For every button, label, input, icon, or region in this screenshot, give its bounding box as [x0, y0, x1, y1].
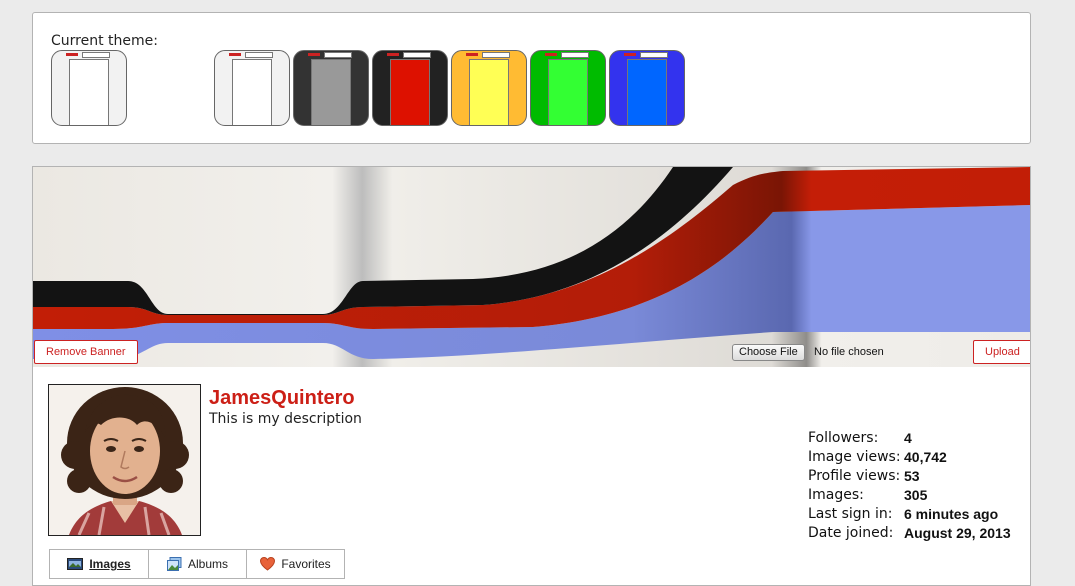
theme-body-mark — [69, 59, 109, 125]
theme-logo-mark — [624, 53, 636, 56]
theme-search-mark — [245, 52, 273, 58]
profile-panel: Remove Banner Choose File No file chosen… — [32, 166, 1031, 586]
theme-body-mark — [232, 59, 272, 125]
stat-value: 53 — [904, 468, 920, 484]
theme-body-mark — [390, 59, 430, 125]
upload-button[interactable]: Upload — [973, 340, 1030, 364]
stat-value: 305 — [904, 487, 928, 503]
tab-label: Albums — [187, 557, 228, 571]
profile-banner: Remove Banner Choose File No file chosen… — [33, 167, 1030, 367]
theme-logo-mark — [308, 53, 320, 56]
theme-option-red[interactable] — [372, 50, 448, 126]
avatar — [48, 384, 201, 536]
profile-tabs: Images Albums Favorites — [49, 549, 345, 579]
current-theme-preview — [51, 50, 127, 126]
tab-albums[interactable]: Albums — [149, 549, 247, 579]
theme-label: Current theme: — [51, 33, 158, 49]
theme-body-mark — [627, 59, 667, 125]
stat-label: Profile views: — [808, 468, 901, 484]
theme-body-mark — [548, 59, 588, 125]
stat-value: August 29, 2013 — [904, 525, 1011, 541]
tab-images[interactable]: Images — [49, 549, 149, 579]
theme-search-mark — [561, 52, 589, 58]
stat-label: Images: — [808, 487, 864, 503]
avatar-portrait — [49, 385, 200, 535]
stat-value: 6 minutes ago — [904, 506, 999, 522]
theme-search-mark — [640, 52, 668, 58]
stat-label: Image views: — [808, 449, 901, 465]
theme-search-mark — [324, 52, 352, 58]
theme-search-mark — [82, 52, 110, 58]
theme-search-mark — [403, 52, 431, 58]
stat-label: Followers: — [808, 430, 879, 446]
theme-panel: Current theme: — [32, 12, 1031, 144]
theme-logo-mark — [466, 53, 478, 56]
choose-file-button[interactable]: Choose File — [732, 344, 805, 361]
theme-option-green[interactable] — [530, 50, 606, 126]
theme-search-mark — [482, 52, 510, 58]
tab-favorites[interactable]: Favorites — [247, 549, 345, 579]
theme-body-mark — [311, 59, 351, 125]
file-status-text: No file chosen — [814, 346, 884, 358]
theme-logo-mark — [229, 53, 241, 56]
tab-label: Favorites — [281, 557, 331, 571]
stat-value: 40,742 — [904, 449, 947, 465]
profile-username: JamesQuintero — [209, 387, 355, 409]
profile-description: This is my description — [209, 411, 362, 427]
images-icon — [67, 558, 84, 570]
theme-option-yellow[interactable] — [451, 50, 527, 126]
theme-logo-mark — [387, 53, 399, 56]
stat-label: Date joined: — [808, 525, 894, 541]
theme-option-dark-gray[interactable] — [293, 50, 369, 126]
tab-label: Images — [89, 557, 131, 571]
banner-image — [33, 167, 1030, 367]
stat-value: 4 — [904, 430, 912, 446]
theme-logo-mark — [66, 53, 78, 56]
heart-icon — [260, 557, 276, 571]
albums-icon — [166, 557, 182, 571]
stat-label: Last sign in: — [808, 506, 893, 522]
remove-banner-button[interactable]: Remove Banner — [34, 340, 138, 364]
theme-body-mark — [469, 59, 509, 125]
theme-option-light[interactable] — [214, 50, 290, 126]
theme-option-blue[interactable] — [609, 50, 685, 126]
theme-logo-mark — [545, 53, 557, 56]
